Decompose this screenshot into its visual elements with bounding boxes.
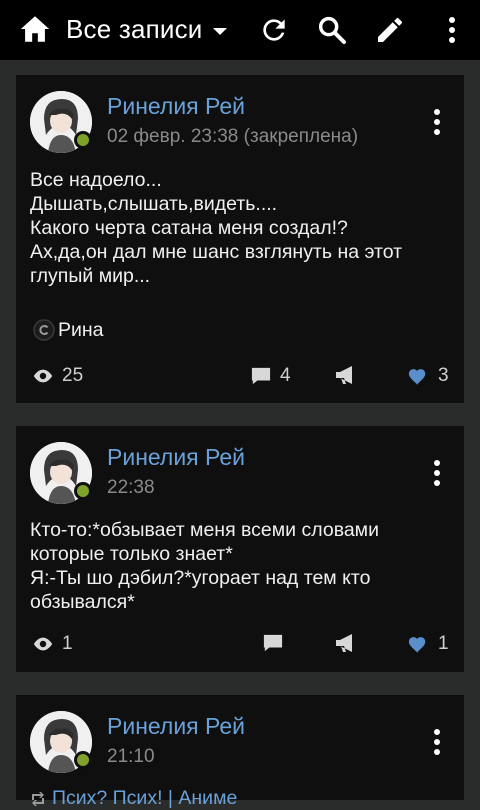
refresh-icon[interactable]	[258, 14, 290, 46]
repost-button[interactable]	[334, 633, 366, 653]
comments-value: 4	[280, 365, 291, 386]
post-text: Все надоело... Дышать,слышать,видеть....…	[30, 169, 403, 287]
post-menu-icon[interactable]	[432, 729, 442, 759]
megaphone-icon	[336, 366, 352, 384]
post-text: Кто-то:*обзывает меня всеми словами кото…	[30, 519, 379, 613]
signature-text: Рина	[58, 318, 104, 341]
page-title: Все записи	[66, 14, 203, 44]
home-icon[interactable]	[18, 12, 52, 46]
comments-button[interactable]	[262, 633, 292, 653]
comment-icon	[251, 367, 271, 385]
post-date: 21:10	[107, 746, 155, 767]
repost-icon	[32, 791, 44, 806]
heart-icon	[408, 637, 426, 654]
views-count: 1	[32, 633, 73, 655]
eye-icon	[33, 369, 53, 383]
post-author[interactable]: Ринелия Рей	[107, 713, 245, 740]
views-value: 25	[62, 365, 84, 386]
copyright-icon	[33, 319, 55, 341]
repost-button[interactable]	[334, 365, 366, 385]
post-menu-icon[interactable]	[432, 109, 442, 139]
post-date: 22:38	[107, 477, 155, 498]
top-bar: Все записи	[0, 0, 480, 60]
views-value: 1	[62, 633, 73, 654]
post-date: 02 февр. 23:38 (закреплена)	[107, 126, 359, 147]
post-signature: Рина	[32, 318, 104, 342]
like-button[interactable]: 1	[406, 633, 449, 655]
post-author[interactable]: Ринелия Рей	[107, 93, 245, 120]
comment-icon	[263, 634, 283, 652]
post-author[interactable]: Ринелия Рей	[107, 444, 245, 471]
repost-source-text: Псих? Псих! | Аниме	[52, 787, 238, 809]
repost-source-link[interactable]: Псих? Псих! | Аниме	[30, 787, 237, 810]
megaphone-icon	[336, 634, 352, 652]
chevron-down-icon	[212, 28, 227, 35]
like-button[interactable]: 3	[406, 365, 449, 387]
comments-button[interactable]: 4	[250, 365, 291, 387]
heart-icon	[408, 369, 426, 386]
more-vertical-icon[interactable]	[436, 14, 468, 46]
post-card[interactable]: Ринелия Рей 02 февр. 23:38 (закреплена) …	[16, 75, 464, 403]
feed-filter-dropdown[interactable]: Все записи	[66, 14, 227, 45]
online-indicator	[74, 131, 92, 149]
post-card[interactable]: Ринелия Рей 22:38 Кто-то:*обзывает меня …	[16, 426, 464, 672]
likes-value: 3	[438, 365, 449, 386]
online-indicator	[74, 751, 92, 769]
eye-icon	[33, 637, 53, 651]
post-menu-icon[interactable]	[432, 460, 442, 490]
pencil-icon[interactable]	[374, 14, 406, 46]
views-count: 25	[32, 365, 83, 387]
post-card[interactable]: Ринелия Рей 21:10 Псих? Псих! | Аниме	[16, 695, 464, 809]
search-icon[interactable]	[316, 14, 348, 46]
online-indicator	[74, 482, 92, 500]
likes-value: 1	[438, 633, 449, 654]
